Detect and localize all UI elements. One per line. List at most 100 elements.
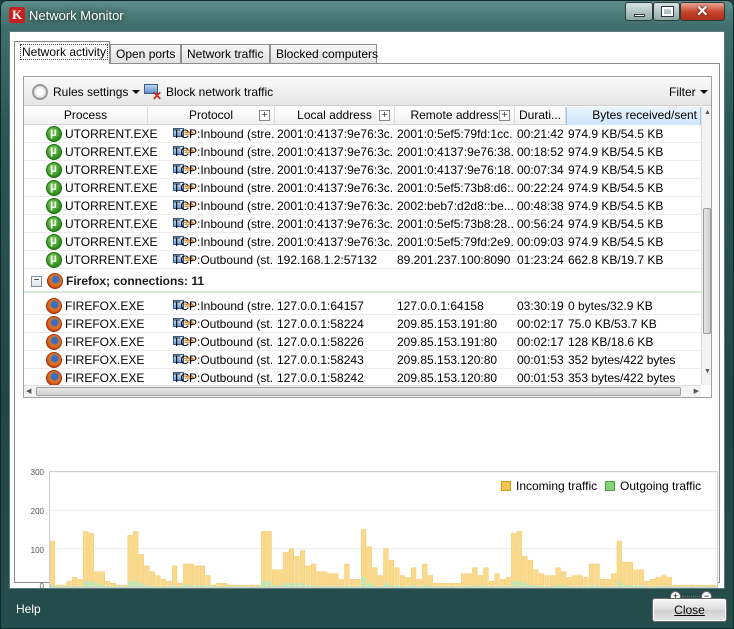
expand-column-icon[interactable]: + bbox=[259, 110, 270, 121]
outgoing-bar bbox=[233, 586, 239, 587]
grid-toolbar: Rules settings ✕ Block network traffic F… bbox=[24, 77, 711, 106]
network-monitor-window: Network Monitor ✕ Network activity Open … bbox=[0, 0, 734, 629]
incoming-bar bbox=[172, 565, 178, 588]
tab-blocked-computers[interactable]: Blocked computers bbox=[270, 44, 378, 63]
group-header-firefox[interactable]: − Firefox; connections: 11 bbox=[24, 271, 701, 293]
table-row[interactable]: FIREFOX.EXE ⇒ TCP:Inbound (stre... 127.0.0.… bbox=[24, 297, 701, 315]
incoming-bar bbox=[294, 556, 300, 588]
table-row[interactable]: FIREFOX.EXE ⇒ TCP:Outbound (st... 127.0.0.1… bbox=[24, 351, 701, 369]
legend-outgoing: Outgoing traffic bbox=[605, 479, 701, 493]
outgoing-bar bbox=[678, 586, 683, 587]
collapse-group-icon[interactable]: − bbox=[31, 276, 42, 287]
column-local-address[interactable]: Local address + bbox=[275, 107, 395, 125]
incoming-bar bbox=[633, 569, 639, 588]
expand-column-icon[interactable]: + bbox=[499, 110, 510, 121]
incoming-bar bbox=[305, 565, 311, 588]
column-duration[interactable]: Durati... bbox=[515, 107, 566, 125]
column-process[interactable]: Process bbox=[24, 107, 148, 125]
outgoing-bar bbox=[594, 585, 600, 587]
local-address-cell: 2001:0:4137:9e76:3c... bbox=[277, 127, 393, 141]
outgoing-bar bbox=[283, 583, 289, 587]
incoming-bar bbox=[616, 540, 622, 588]
remote-address-cell: 209.85.153.191:80 bbox=[397, 317, 498, 331]
outgoing-bar bbox=[211, 586, 216, 587]
outgoing-bar bbox=[444, 586, 450, 587]
incoming-bar bbox=[605, 579, 611, 588]
column-protocol[interactable]: Protocol + bbox=[148, 107, 275, 125]
table-row[interactable]: FIREFOX.EXE ⇒ TCP:Outbound (st... 127.0.0.1… bbox=[24, 369, 701, 385]
outgoing-bar bbox=[272, 585, 278, 587]
outgoing-bar bbox=[472, 585, 478, 587]
incoming-bar bbox=[666, 577, 672, 588]
table-row[interactable]: FIREFOX.EXE ⇒ TCP:Outbound (st... 127.0.0.1… bbox=[24, 333, 701, 351]
duration-cell: 00:09:03 bbox=[517, 235, 564, 249]
table-row[interactable]: UTORRENT.EXE⇒TCP:Inbound (stre...2001:0:… bbox=[24, 143, 701, 161]
scroll-right-icon[interactable]: ▶ bbox=[694, 387, 699, 395]
local-address-cell: 127.0.0.1:58224 bbox=[277, 317, 364, 331]
outgoing-bar bbox=[600, 586, 605, 587]
maximize-button[interactable] bbox=[653, 2, 680, 21]
column-remote-address[interactable]: Remote address + bbox=[395, 107, 515, 125]
outgoing-bar bbox=[489, 586, 494, 587]
outgoing-bar bbox=[705, 586, 711, 587]
incoming-bar bbox=[588, 563, 595, 588]
local-address-cell: 2001:0:4137:9e76:3c... bbox=[277, 199, 393, 213]
outgoing-bar bbox=[250, 586, 255, 587]
protocol-cell: TCP:Outbound (st... bbox=[173, 317, 274, 331]
expand-column-icon[interactable]: + bbox=[379, 110, 390, 121]
table-row[interactable]: FIREFOX.EXE ⇒ TCP:Outbound (st... 127.0.0.1… bbox=[24, 315, 701, 333]
tab-network-activity[interactable]: Network activity bbox=[14, 41, 110, 64]
bytes-cell: 353 bytes/422 bytes bbox=[568, 371, 676, 385]
table-row[interactable]: UTORRENT.EXE⇒TCP:Inbound (stre...2001:0:… bbox=[24, 233, 701, 251]
table-row[interactable]: UTORRENT.EXE⇒TCP:Inbound (stre...2001:0:… bbox=[24, 215, 701, 233]
local-address-cell: 127.0.0.1:64157 bbox=[277, 299, 364, 313]
duration-cell: 00:01:53 bbox=[517, 353, 564, 367]
column-bytes-received-sent[interactable]: Bytes received/sent bbox=[566, 107, 701, 125]
title-bar[interactable]: Network Monitor ✕ bbox=[1, 1, 733, 31]
table-row[interactable]: UTORRENT.EXE⇒TCP:Inbound (stre...2001:0:… bbox=[24, 197, 701, 215]
rules-settings-button[interactable]: Rules settings bbox=[32, 82, 141, 101]
horizontal-scrollbar[interactable]: ◀ ▶ bbox=[24, 385, 701, 397]
incoming-bar bbox=[344, 563, 350, 588]
incoming-bar bbox=[533, 569, 539, 588]
outgoing-bar bbox=[183, 583, 189, 587]
close-button[interactable]: Close bbox=[652, 598, 727, 622]
table-row[interactable]: UTORRENT.EXE⇒TCP:Inbound (stre...2001:0:… bbox=[24, 125, 701, 143]
scroll-down-icon[interactable]: ▼ bbox=[704, 368, 711, 375]
outgoing-bar bbox=[650, 586, 656, 587]
outgoing-bar bbox=[238, 586, 244, 587]
filter-button[interactable]: Filter bbox=[669, 82, 708, 101]
minimize-button[interactable] bbox=[625, 2, 653, 21]
window-close-button[interactable]: ✕ bbox=[680, 2, 725, 21]
y-tick-label: 0 bbox=[39, 582, 44, 591]
remote-address-cell: 2001:0:4137:9e76:18... bbox=[397, 163, 513, 177]
table-row[interactable]: UTORRENT.EXE⇒TCP:Outbound (st...192.168.… bbox=[24, 251, 701, 269]
table-row[interactable]: UTORRENT.EXE⇒TCP:Inbound (stre...2001:0:… bbox=[24, 179, 701, 197]
help-link[interactable]: Help bbox=[16, 602, 41, 616]
vertical-scroll-thumb[interactable] bbox=[703, 208, 711, 334]
outgoing-bar bbox=[689, 586, 694, 587]
protocol-cell: TCP:Outbound (st... bbox=[173, 371, 274, 385]
outgoing-bar bbox=[605, 586, 611, 587]
scroll-up-icon[interactable]: ▲ bbox=[704, 109, 711, 116]
vertical-scrollbar[interactable]: ▲ ▼ bbox=[701, 107, 711, 385]
bytes-cell: 974.9 KB/54.5 KB bbox=[568, 181, 664, 195]
outgoing-bar bbox=[539, 585, 544, 587]
table-row[interactable]: UTORRENT.EXE⇒TCP:Inbound (stre...2001:0:… bbox=[24, 161, 701, 179]
block-network-traffic-button[interactable]: ✕ Block network traffic bbox=[144, 82, 273, 103]
outgoing-bar bbox=[166, 586, 172, 587]
protocol-cell: TCP:Inbound (stre... bbox=[173, 181, 274, 195]
incoming-bar bbox=[655, 577, 661, 588]
chart-plot-area: Incoming traffic Outgoing traffic bbox=[49, 471, 718, 588]
tab-network-traffic[interactable]: Network traffic bbox=[181, 44, 270, 63]
tab-open-ports[interactable]: Open ports bbox=[110, 44, 181, 63]
incoming-bar bbox=[511, 533, 517, 588]
outgoing-bar bbox=[694, 586, 700, 587]
outgoing-bar bbox=[172, 585, 177, 587]
zoom-slider[interactable] bbox=[682, 596, 700, 597]
outgoing-bar bbox=[72, 585, 77, 587]
scroll-left-icon[interactable]: ◀ bbox=[26, 387, 31, 395]
incoming-bar bbox=[488, 581, 495, 588]
outgoing-bar bbox=[589, 585, 594, 587]
horizontal-scroll-thumb[interactable] bbox=[36, 387, 681, 396]
